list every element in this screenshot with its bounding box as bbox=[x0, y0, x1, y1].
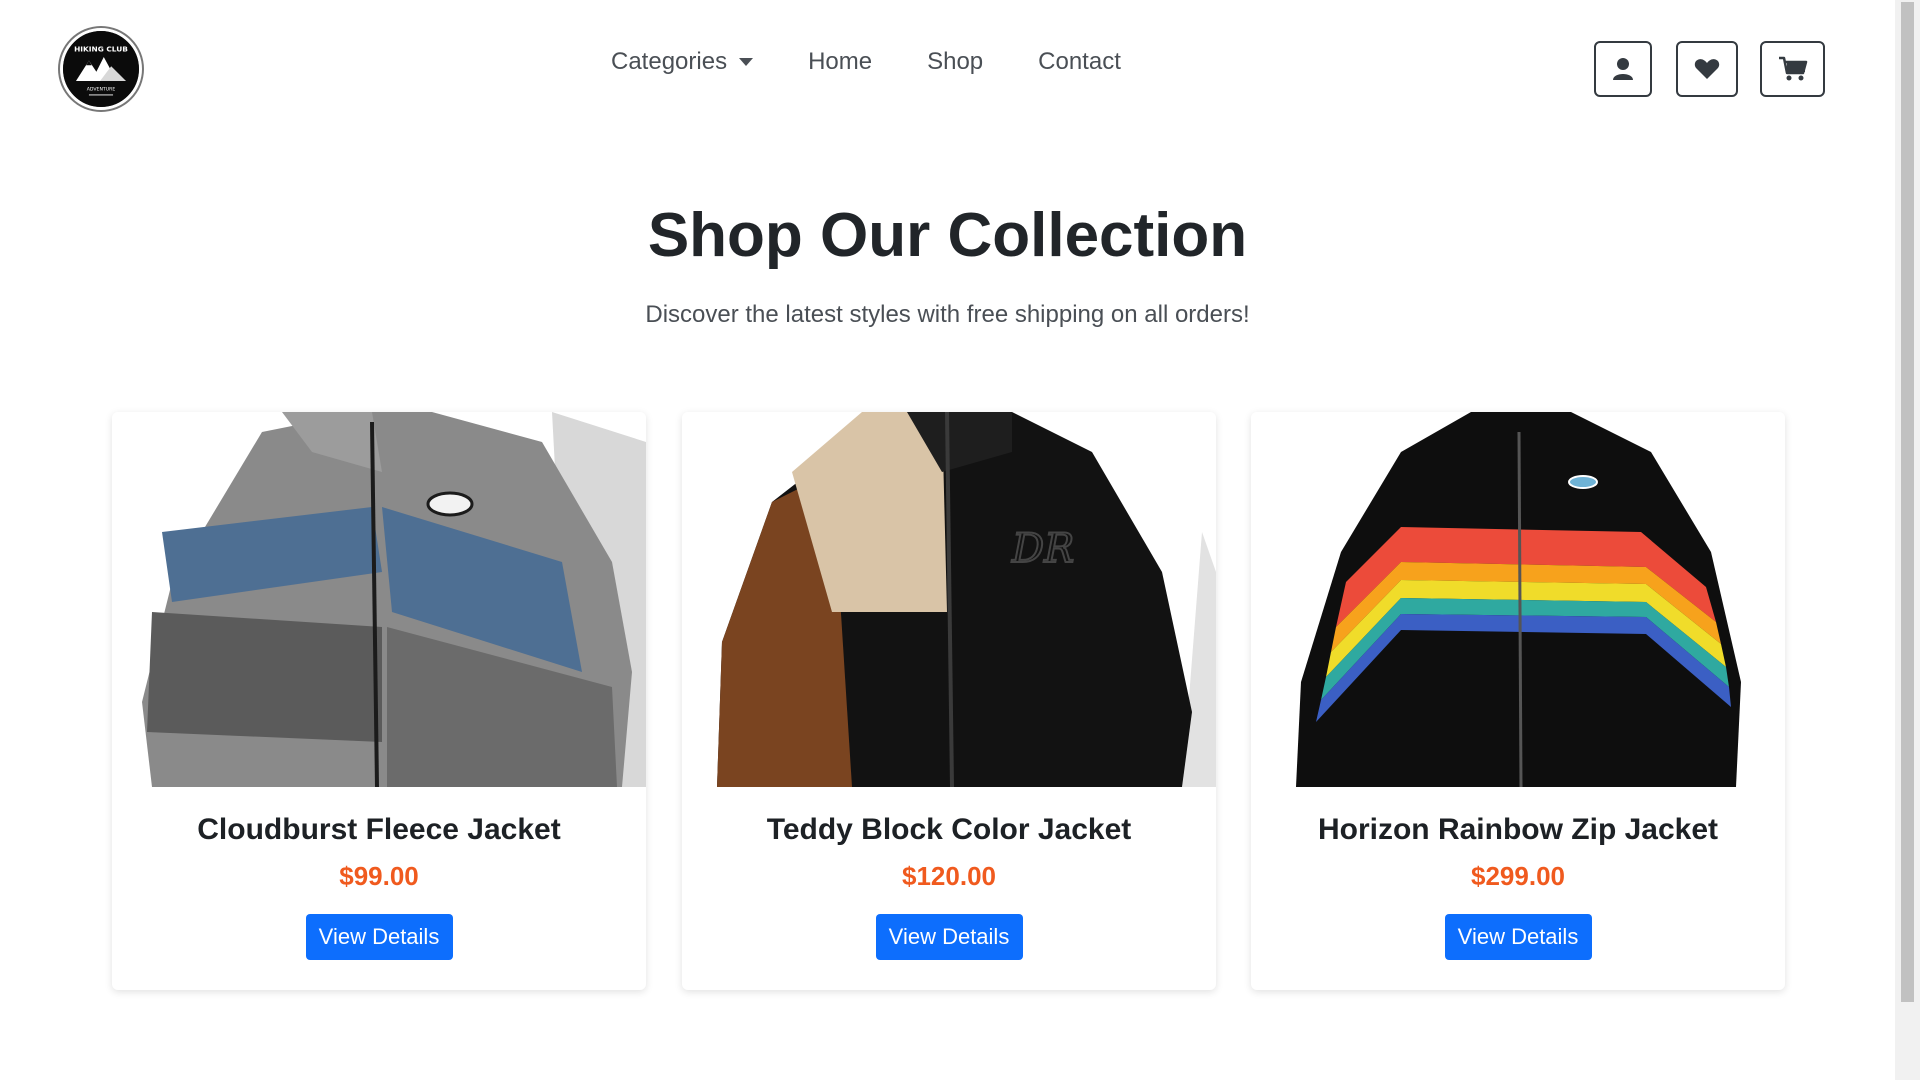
scrollbar-thumb[interactable] bbox=[1901, 2, 1914, 1002]
product-price: $120.00 bbox=[902, 861, 996, 891]
view-details-button[interactable]: View Details bbox=[1444, 914, 1592, 960]
logo-subtext: ADVENTURE bbox=[87, 86, 116, 92]
product-name[interactable]: Horizon Rainbow Zip Jacket bbox=[1251, 813, 1785, 847]
nav-shop[interactable]: Shop bbox=[927, 48, 983, 76]
product-card: DR Teddy Block Color Jacket $120.00 View… bbox=[682, 412, 1216, 990]
nav-categories[interactable]: Categories bbox=[611, 48, 754, 76]
heart-icon bbox=[1694, 59, 1720, 79]
caret-down-icon bbox=[739, 58, 754, 66]
nav-home-label: Home bbox=[808, 48, 873, 75]
nav-contact[interactable]: Contact bbox=[1038, 48, 1121, 76]
product-name[interactable]: Teddy Block Color Jacket bbox=[682, 813, 1216, 847]
nav-home[interactable]: Home bbox=[808, 48, 872, 76]
view-details-button[interactable]: View Details bbox=[305, 914, 453, 960]
svg-text:DR: DR bbox=[1011, 526, 1074, 572]
page-subtitle: Discover the latest styles with free shi… bbox=[645, 301, 1250, 328]
wishlist-button[interactable] bbox=[1676, 41, 1738, 97]
logo[interactable]: HIKING CLUB ADVENTURE bbox=[60, 28, 142, 110]
product-card: Horizon Rainbow Zip Jacket $299.00 View … bbox=[1251, 412, 1785, 990]
page-title: Shop Our Collection bbox=[647, 201, 1248, 270]
product-price: $99.00 bbox=[339, 861, 419, 891]
vertical-scrollbar[interactable] bbox=[1895, 0, 1920, 1080]
cart-button[interactable] bbox=[1760, 41, 1825, 97]
view-details-button[interactable]: View Details bbox=[875, 914, 1023, 960]
product-image[interactable] bbox=[1251, 412, 1785, 787]
nav-contact-label: Contact bbox=[1038, 48, 1121, 75]
product-card: Cloudburst Fleece Jacket $99.00 View Det… bbox=[112, 412, 646, 990]
user-icon bbox=[1613, 58, 1633, 80]
nav-shop-label: Shop bbox=[927, 48, 984, 75]
product-name[interactable]: Cloudburst Fleece Jacket bbox=[112, 813, 646, 847]
product-image[interactable] bbox=[112, 412, 646, 787]
hero-section: Shop Our Collection Discover the latest … bbox=[0, 200, 1895, 329]
nav-categories-label: Categories bbox=[611, 48, 728, 75]
account-button[interactable] bbox=[1594, 41, 1652, 97]
cart-icon bbox=[1778, 56, 1807, 81]
product-price: $299.00 bbox=[1471, 861, 1565, 891]
nav-menu: Categories Home Shop Contact bbox=[611, 48, 1176, 76]
product-image[interactable]: DR bbox=[682, 412, 1216, 787]
navbar: HIKING CLUB ADVENTURE Categories Home Sh… bbox=[0, 0, 1895, 135]
logo-text: HIKING CLUB bbox=[74, 44, 128, 53]
